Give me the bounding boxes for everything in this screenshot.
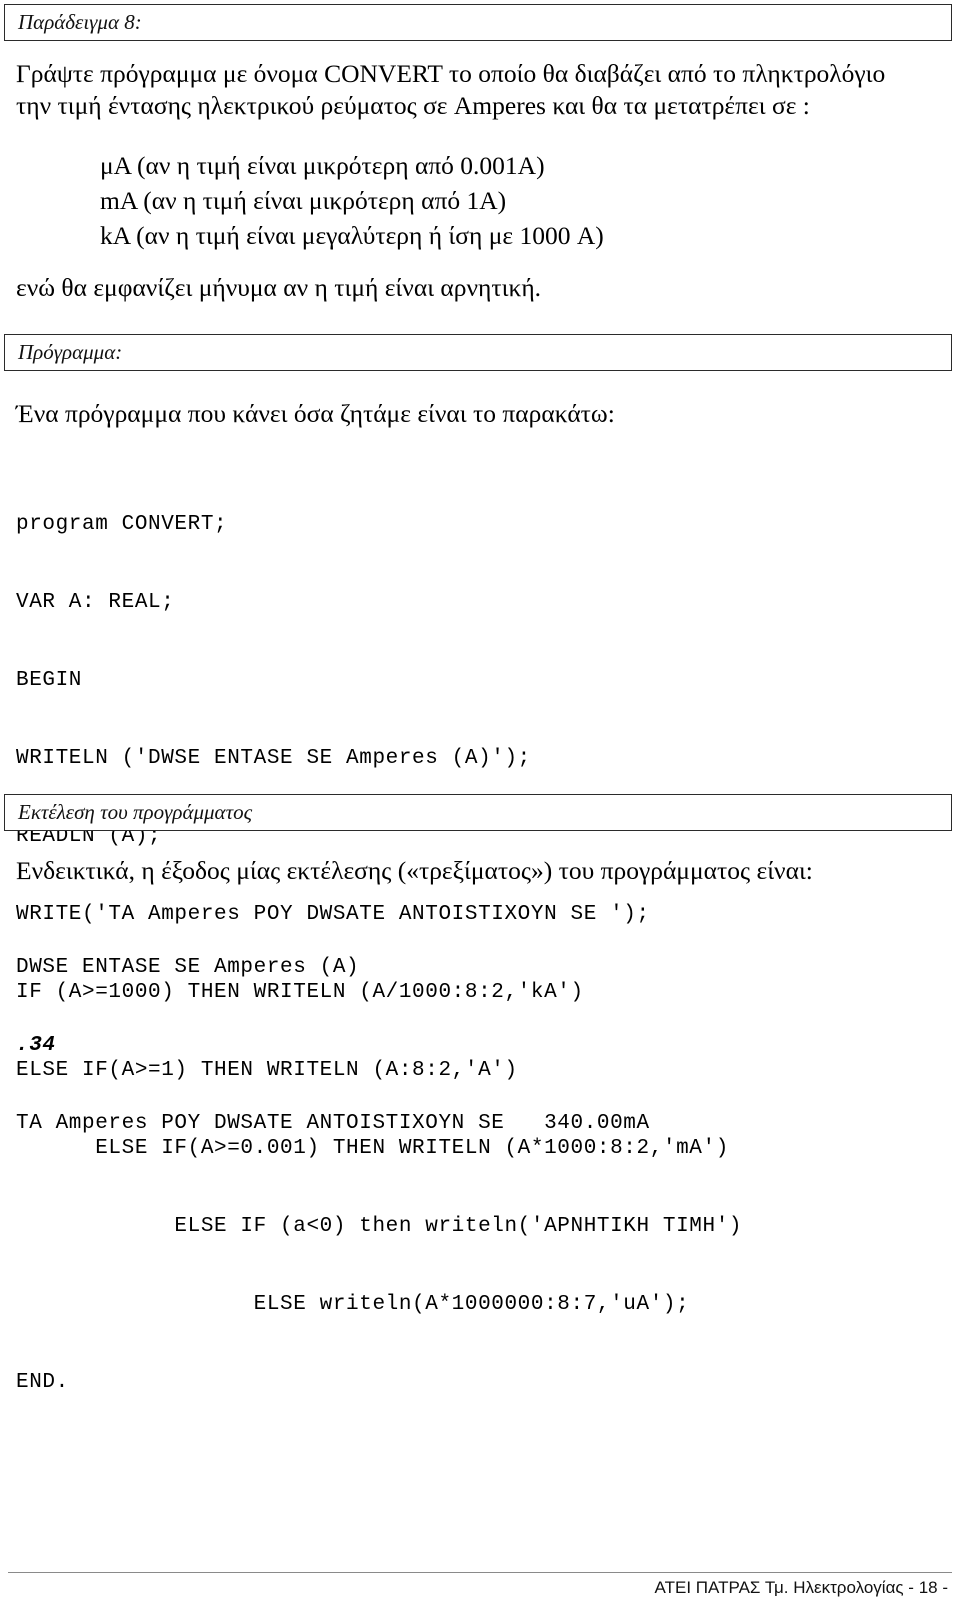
section-header-execution-label: Εκτέλεση του προγράμματος [18,800,253,824]
console-input-value: .34 [16,1034,56,1057]
code-line-10: ELSE IF (a<0) then writeln('APNHTIKH TIM… [16,1215,743,1238]
console-output-sample: DWSE ENTASE SE Amperes (A) .34 TA Ampere… [16,903,650,1189]
console-result-line: TA Amperes POY DWSATE ANTOISTIXOYN SE 34… [16,1112,650,1135]
unit-list-item-microamp: μA (αν η τιμή είναι μικρότερη από 0.001A… [100,151,545,180]
document-page: Παράδειγμα 8: Γράψτε πρόγραμμα με όνομα … [0,0,960,1600]
intro-paragraph: Γράψτε πρόγραμμα με όνομα CONVERT το οπο… [16,58,946,122]
negative-value-note: ενώ θα εμφανίζει μήνυμα αν η τιμή είναι … [16,273,542,302]
section-header-example-label: Παράδειγμα 8: [18,10,142,34]
execution-intro-note: Ενδεικτικά, η έξοδος μίας εκτέλεσης («τρ… [16,856,813,885]
intro-line-1: Γράψτε πρόγραμμα με όνομα CONVERT το οπο… [16,59,886,88]
program-intro-note: Ένα πρόγραμμα που κάνει όσα ζητάμε είναι… [16,399,615,428]
code-line-11: ELSE writeln(A*1000000:8:7,'uA'); [16,1293,690,1316]
code-line-1: program CONVERT; [16,513,228,536]
code-line-12: END. [16,1371,69,1394]
intro-line-2: την τιμή έντασης ηλεκτρικού ρεύματος σε … [16,91,810,120]
unit-conversion-list: μA (αν η τιμή είναι μικρότερη από 0.001A… [100,148,604,253]
section-header-program-label: Πρόγραμμα: [18,340,123,364]
code-line-3: BEGIN [16,669,83,692]
code-line-2: VAR A: REAL; [16,591,175,614]
console-prompt-line: DWSE ENTASE SE Amperes (A) [16,956,360,979]
section-header-execution: Εκτέλεση του προγράμματος [4,794,952,832]
unit-list-item-kiloamp: kA (αν η τιμή είναι μεγαλύτερη ή ίση με … [100,221,604,250]
unit-list-item-milliamp: mA (αν η τιμή είναι μικρότερη από 1A) [100,186,507,215]
section-header-program: Πρόγραμμα: [4,334,952,372]
section-header-example: Παράδειγμα 8: [4,4,952,42]
footer-divider [8,1572,952,1573]
footer-institution-and-page: ΑΤΕΙ ΠΑΤΡΑΣ Τμ. Ηλεκτρολογίας - 18 - [654,1578,948,1597]
code-line-4: WRITELN ('DWSE ENTASE SE Amperes (A)'); [16,747,531,770]
